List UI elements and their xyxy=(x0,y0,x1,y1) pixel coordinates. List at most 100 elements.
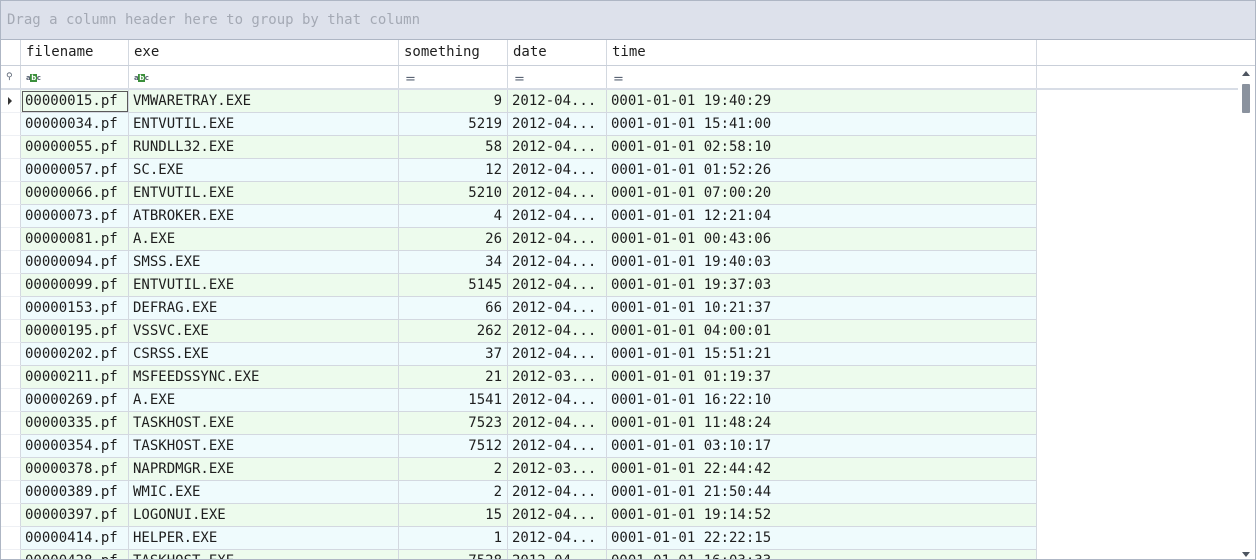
cell-filename[interactable]: 00000094.pf xyxy=(21,251,129,274)
cell-exe[interactable]: ENTVUTIL.EXE xyxy=(129,113,399,136)
cell-time[interactable]: 0001-01-01 21:50:44 xyxy=(607,481,1037,504)
row-indicator-cell[interactable] xyxy=(1,205,21,228)
cell-date[interactable]: 2012-03... xyxy=(508,458,607,481)
cell-time[interactable]: 0001-01-01 11:48:24 xyxy=(607,412,1037,435)
table-row[interactable]: 00000073.pf ATBROKER.EXE 4 2012-04... 0001-0… xyxy=(1,205,1237,228)
cell-exe[interactable]: NAPRDMGR.EXE xyxy=(129,458,399,481)
row-indicator-cell[interactable] xyxy=(1,550,21,559)
column-header-date[interactable]: date xyxy=(508,40,607,65)
cell-exe[interactable]: MSFEEDSSYNC.EXE xyxy=(129,366,399,389)
row-indicator-cell[interactable] xyxy=(1,527,21,550)
cell-filename[interactable]: 00000081.pf xyxy=(21,228,129,251)
cell-exe[interactable]: VSSVC.EXE xyxy=(129,320,399,343)
table-row[interactable]: 00000153.pf DEFRAG.EXE 66 2012-04... 0001-01… xyxy=(1,297,1237,320)
scroll-up-arrow-icon[interactable] xyxy=(1242,71,1250,76)
row-indicator-cell[interactable] xyxy=(1,366,21,389)
cell-time[interactable]: 0001-01-01 04:00:01 xyxy=(607,320,1037,343)
row-indicator-cell[interactable] xyxy=(1,228,21,251)
row-indicator-cell[interactable] xyxy=(1,136,21,159)
filter-cell-filename[interactable]: abc xyxy=(21,66,129,88)
table-row[interactable]: 00000202.pf CSRSS.EXE 37 2012-04... 0001-01-… xyxy=(1,343,1237,366)
cell-filename[interactable]: 00000066.pf xyxy=(21,182,129,205)
cell-something[interactable]: 2 xyxy=(399,481,508,504)
table-row[interactable]: 00000269.pf A.EXE 1541 2012-04... 0001-01-01… xyxy=(1,389,1237,412)
table-row[interactable]: 00000389.pf WMIC.EXE 2 2012-04... 0001-01-01… xyxy=(1,481,1237,504)
cell-something[interactable]: 1 xyxy=(399,527,508,550)
row-indicator-cell[interactable] xyxy=(1,182,21,205)
column-header-something[interactable]: something xyxy=(399,40,508,65)
table-row[interactable]: 00000055.pf RUNDLL32.EXE 58 2012-04... 0001-… xyxy=(1,136,1237,159)
cell-date[interactable]: 2012-04... xyxy=(508,389,607,412)
cell-time[interactable]: 0001-01-01 19:37:03 xyxy=(607,274,1037,297)
cell-time[interactable]: 0001-01-01 22:44:42 xyxy=(607,458,1037,481)
cell-exe[interactable]: ENTVUTIL.EXE xyxy=(129,182,399,205)
cell-exe[interactable]: VMWARETRAY.EXE xyxy=(129,90,399,113)
cell-something[interactable]: 5219 xyxy=(399,113,508,136)
cell-date[interactable]: 2012-04... xyxy=(508,320,607,343)
cell-something[interactable]: 9 xyxy=(399,90,508,113)
cell-exe[interactable]: DEFRAG.EXE xyxy=(129,297,399,320)
row-indicator-cell[interactable] xyxy=(1,458,21,481)
table-row[interactable]: 00000211.pf MSFEEDSSYNC.EXE 21 2012-03... 00… xyxy=(1,366,1237,389)
table-row[interactable]: 00000034.pf ENTVUTIL.EXE 5219 2012-04... 000… xyxy=(1,113,1237,136)
cell-filename[interactable]: 00000153.pf xyxy=(21,297,129,320)
table-row[interactable]: 00000428.pfTASKHOST.EXE75282012-04...000… xyxy=(1,550,1237,559)
cell-filename[interactable]: 00000354.pf xyxy=(21,435,129,458)
cell-date[interactable]: 2012-04... xyxy=(508,412,607,435)
cell-filename[interactable]: 00000335.pf xyxy=(21,412,129,435)
cell-something[interactable]: 7523 xyxy=(399,412,508,435)
row-indicator-cell[interactable] xyxy=(1,343,21,366)
cell-date[interactable]: 2012-04... xyxy=(508,504,607,527)
cell-exe[interactable]: RUNDLL32.EXE xyxy=(129,136,399,159)
cell-date[interactable]: 2012-04... xyxy=(508,481,607,504)
row-indicator-cell[interactable] xyxy=(1,297,21,320)
cell-exe[interactable]: TASKHOST.EXE xyxy=(129,412,399,435)
cell-time[interactable]: 0001-01-01 02:58:10 xyxy=(607,136,1037,159)
row-indicator-cell[interactable] xyxy=(1,113,21,136)
cell-time[interactable]: 0001-01-01 07:00:20 xyxy=(607,182,1037,205)
column-header-exe[interactable]: exe xyxy=(129,40,399,65)
cell-time[interactable]: 0001-01-01 01:19:37 xyxy=(607,366,1037,389)
cell-exe[interactable]: A.EXE xyxy=(129,228,399,251)
cell-date[interactable]: 2012-04... xyxy=(508,343,607,366)
cell-date[interactable]: 2012-04... xyxy=(508,251,607,274)
filter-cell-time[interactable]: = xyxy=(607,66,1037,88)
cell-something[interactable]: 2 xyxy=(399,458,508,481)
table-row[interactable]: 00000397.pf LOGONUI.EXE 15 2012-04... 0001-0… xyxy=(1,504,1237,527)
cell-filename[interactable]: 00000211.pf xyxy=(21,366,129,389)
filter-cell-exe[interactable]: abc xyxy=(129,66,399,88)
cell-date[interactable]: 2012-04... xyxy=(508,90,607,113)
cell-time[interactable]: 0001-01-01 03:10:17 xyxy=(607,435,1037,458)
cell-time[interactable]: 0001-01-01 12:21:04 xyxy=(607,205,1037,228)
cell-date[interactable]: 2012-04... xyxy=(508,113,607,136)
cell-time[interactable]: 0001-01-01 22:22:15 xyxy=(607,527,1037,550)
table-row[interactable]: 00000414.pf HELPER.EXE 1 2012-04... 0001-01-… xyxy=(1,527,1237,550)
column-header-filename[interactable]: filename xyxy=(21,40,129,65)
cell-exe[interactable]: ATBROKER.EXE xyxy=(129,205,399,228)
cell-date[interactable]: 2012-04... xyxy=(508,550,607,559)
cell-something[interactable]: 5210 xyxy=(399,182,508,205)
row-indicator-cell[interactable] xyxy=(1,251,21,274)
cell-date[interactable]: 2012-04... xyxy=(508,159,607,182)
cell-exe[interactable]: CSRSS.EXE xyxy=(129,343,399,366)
row-indicator-cell[interactable] xyxy=(1,435,21,458)
cell-filename[interactable]: 00000073.pf xyxy=(21,205,129,228)
table-row[interactable]: 00000066.pf ENTVUTIL.EXE 5210 2012-04... 000… xyxy=(1,182,1237,205)
filter-cell-date[interactable]: = xyxy=(508,66,607,88)
cell-date[interactable]: 2012-04... xyxy=(508,297,607,320)
cell-something[interactable]: 5145 xyxy=(399,274,508,297)
table-row[interactable]: 00000335.pf TASKHOST.EXE 7523 2012-04... 000… xyxy=(1,412,1237,435)
cell-date[interactable]: 2012-03... xyxy=(508,366,607,389)
cell-filename[interactable]: 00000055.pf xyxy=(21,136,129,159)
row-indicator-cell[interactable] xyxy=(1,274,21,297)
cell-time[interactable]: 0001-01-01 10:21:37 xyxy=(607,297,1037,320)
cell-date[interactable]: 2012-04... xyxy=(508,435,607,458)
table-row[interactable]: 00000195.pf VSSVC.EXE 262 2012-04... 0001-01… xyxy=(1,320,1237,343)
cell-something[interactable]: 7512 xyxy=(399,435,508,458)
column-header-time[interactable]: time xyxy=(607,40,1037,65)
cell-time[interactable]: 0001-01-01 00:43:06 xyxy=(607,228,1037,251)
cell-date[interactable]: 2012-04... xyxy=(508,274,607,297)
cell-filename[interactable]: 00000397.pf xyxy=(21,504,129,527)
cell-something[interactable]: 12 xyxy=(399,159,508,182)
vertical-scrollbar[interactable] xyxy=(1238,67,1255,559)
